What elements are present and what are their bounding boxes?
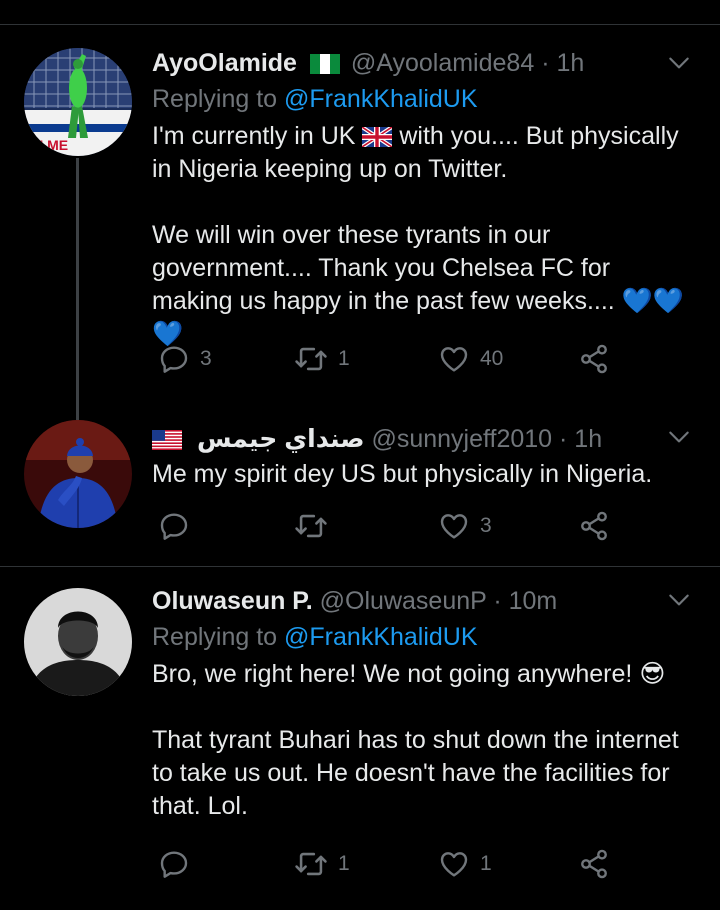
- display-name[interactable]: صنداي جيمس: [197, 425, 365, 453]
- avatar[interactable]: [24, 420, 132, 528]
- tweet-text-line1: I'm currently in UK: [152, 122, 356, 150]
- sunglasses-emoji: 😎: [639, 660, 666, 688]
- tweet-header: Oluwaseun P. @OluwaseunP · 10m: [152, 586, 697, 616]
- replying-to-handle[interactable]: @FrankKhalidUK: [284, 85, 478, 113]
- reply-icon: [158, 848, 190, 880]
- retweet-count: 1: [338, 852, 350, 875]
- share-icon: [578, 848, 610, 880]
- heart-icon: [438, 343, 470, 375]
- retweet-button[interactable]: 1: [294, 341, 350, 377]
- avatar[interactable]: [24, 588, 132, 696]
- display-name[interactable]: AyoOlamide: [152, 49, 297, 77]
- tweet-text-para2: We will win over these tyrants in our go…: [152, 221, 615, 315]
- retweet-button[interactable]: 1: [294, 846, 350, 882]
- usa-flag-icon: [152, 430, 182, 450]
- heart-icon: [438, 510, 470, 542]
- like-button[interactable]: 1: [438, 846, 492, 882]
- tweet-ayoolamide[interactable]: SI ME AyoOlamide @Ayoolamide84 · 1h Repl…: [0, 0, 720, 420]
- tweet-actions: 3 1 40: [152, 341, 632, 377]
- replying-to-label: Replying to: [152, 623, 278, 651]
- reply-button[interactable]: [158, 846, 200, 882]
- handle[interactable]: @OluwaseunP: [320, 587, 487, 615]
- replying-to: Replying to @FrankKhalidUK: [152, 622, 697, 652]
- tweet-text-line1: Me my spirit dey US but physically in Ni…: [152, 460, 653, 488]
- tweet-text-line2: in Nigeria keeping up on Twitter.: [152, 155, 508, 183]
- reply-button[interactable]: 3: [158, 341, 212, 377]
- tweet-actions: 1 1: [152, 846, 632, 882]
- chevron-down-icon[interactable]: [666, 50, 692, 76]
- tweet-text-para1: Bro, we right here! We not going anywher…: [152, 660, 633, 688]
- replying-to-label: Replying to: [152, 85, 278, 113]
- tweet-text: I'm currently in UK with you.... But phy…: [152, 120, 697, 351]
- like-count: 40: [480, 347, 504, 370]
- tweet-text-line1-cont: with you.... But physically: [399, 122, 679, 150]
- like-count: 3: [480, 514, 492, 537]
- handle[interactable]: @Ayoolamide84: [351, 49, 534, 77]
- share-icon: [578, 510, 610, 542]
- handle[interactable]: @sunnyjeff2010: [371, 425, 552, 453]
- reply-icon: [158, 510, 190, 542]
- retweet-icon: [294, 509, 328, 543]
- tweet-text-para2: That tyrant Buhari has to shut down the …: [152, 726, 679, 820]
- share-button[interactable]: [578, 508, 610, 544]
- share-icon: [578, 343, 610, 375]
- retweet-button[interactable]: [294, 508, 338, 544]
- display-name[interactable]: Oluwaseun P.: [152, 587, 313, 615]
- share-button[interactable]: [578, 341, 610, 377]
- svg-text:SI ME: SI ME: [30, 137, 68, 153]
- tweet-header: AyoOlamide @Ayoolamide84 · 1h: [152, 48, 697, 78]
- nigeria-flag-icon: [310, 54, 340, 74]
- like-count: 1: [480, 852, 492, 875]
- tweet-header: صنداي جيمس @sunnyjeff2010 · 1h: [152, 424, 697, 454]
- like-button[interactable]: 40: [438, 341, 503, 377]
- tweet-text: Bro, we right here! We not going anywher…: [152, 658, 697, 823]
- tweet-actions: 3: [152, 508, 632, 544]
- avatar[interactable]: SI ME: [24, 48, 132, 156]
- reply-button[interactable]: [158, 508, 200, 544]
- retweet-icon: [294, 342, 328, 376]
- like-button[interactable]: 3: [438, 508, 492, 544]
- reply-icon: [158, 343, 190, 375]
- replying-to: Replying to @FrankKhalidUK: [152, 84, 697, 114]
- replying-to-handle[interactable]: @FrankKhalidUK: [284, 623, 478, 651]
- timestamp[interactable]: · 1h: [559, 425, 602, 453]
- thread-connector: [76, 158, 79, 420]
- reply-count: 3: [200, 347, 212, 370]
- chevron-down-icon[interactable]: [666, 424, 692, 450]
- tweet-sunnyjeff[interactable]: صنداي جيمس @sunnyjeff2010 · 1h Me my spi…: [0, 420, 720, 566]
- retweet-icon: [294, 847, 328, 881]
- timestamp[interactable]: · 1h: [541, 49, 584, 77]
- share-button[interactable]: [578, 846, 610, 882]
- tweet-text: Me my spirit dey US but physically in Ni…: [152, 458, 697, 491]
- retweet-count: 1: [338, 347, 350, 370]
- chevron-down-icon[interactable]: [666, 587, 692, 613]
- heart-icon: [438, 848, 470, 880]
- timestamp[interactable]: · 10m: [493, 587, 557, 615]
- uk-flag-icon: [362, 127, 392, 147]
- tweet-oluwaseunp[interactable]: Oluwaseun P. @OluwaseunP · 10m Replying …: [0, 567, 720, 910]
